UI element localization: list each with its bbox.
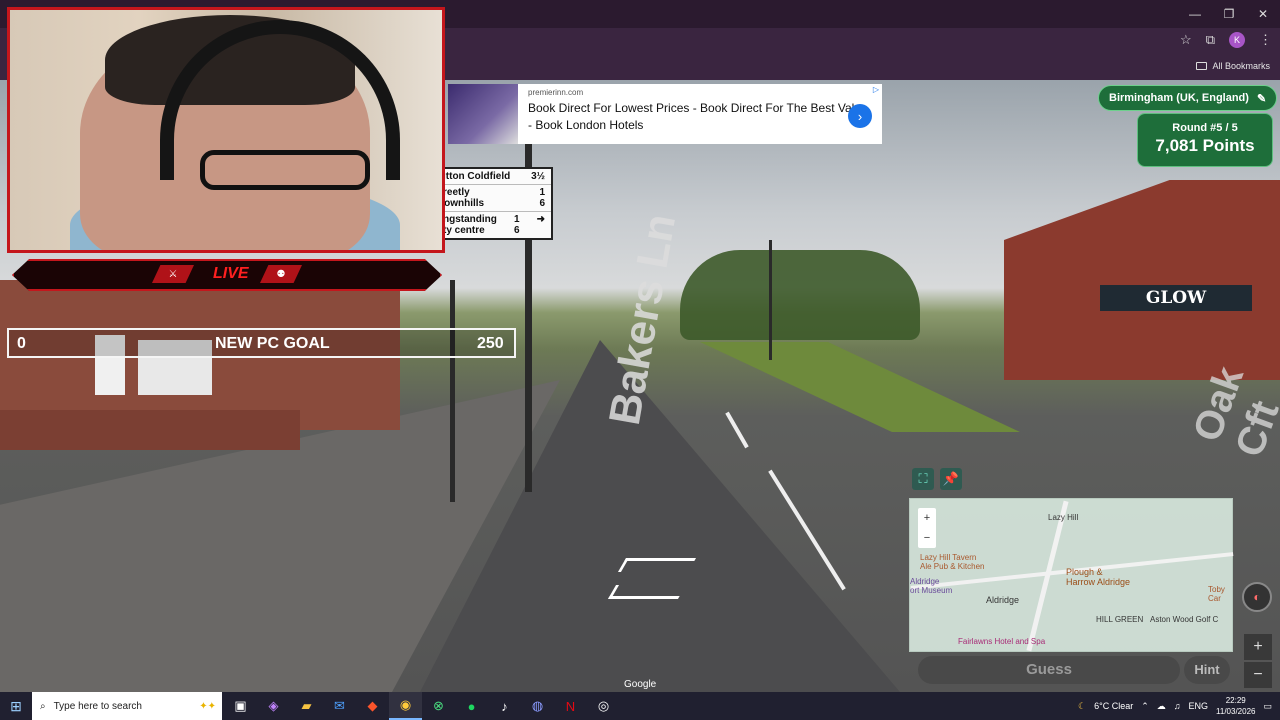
ad-image	[448, 84, 518, 144]
minus-icon[interactable]: −	[1244, 662, 1272, 688]
webcam-frame	[7, 7, 445, 253]
panorama-zoom: + −	[1244, 634, 1272, 688]
notifications-icon[interactable]: ▭	[1263, 701, 1272, 712]
webcam-overlay: ⚔ LIVE ⚉	[0, 0, 448, 300]
map-label: Aston Wood Golf C	[1150, 615, 1219, 624]
chevron-right-icon[interactable]: ›	[848, 104, 872, 128]
chrome-icon[interactable]: ◉	[389, 692, 422, 720]
map-poi: Aldridge ort Museum	[910, 577, 953, 595]
goal-end: 250	[477, 335, 504, 352]
weather-icon: ☾	[1078, 700, 1087, 711]
clock[interactable]: 22:29 11/03/2026	[1216, 695, 1255, 717]
round-label: Round #5 / 5	[1172, 122, 1238, 134]
profile-avatar[interactable]: K	[1229, 32, 1245, 48]
search-icon: ⌕	[40, 700, 46, 712]
trees	[680, 250, 920, 340]
clock-time: 22:29	[1225, 696, 1246, 705]
extensions-icon[interactable]: ⧉	[1206, 32, 1215, 48]
round-score-box: Round #5 / 5 7,081 Points	[1137, 113, 1273, 167]
weather-label[interactable]: 6°C Clear	[1094, 701, 1133, 711]
ad-banner[interactable]: premierinn.com Book Direct For Lowest Pr…	[448, 84, 882, 144]
pencil-icon[interactable]: ✎	[1257, 92, 1266, 105]
map-poi: Toby Car	[1208, 585, 1225, 603]
map-label: Aldridge	[986, 595, 1020, 605]
task-view-icon[interactable]: ▣	[224, 692, 257, 720]
network-icon[interactable]: ☁	[1157, 701, 1166, 712]
tray-overflow-icon[interactable]: ⌃	[1141, 701, 1149, 712]
lamp-post-far	[769, 240, 772, 360]
taskbar-search[interactable]: ⌕ Type here to search ✦✦	[32, 692, 222, 720]
spotify-icon[interactable]: ●	[455, 692, 488, 720]
discord-icon[interactable]: ◍	[521, 692, 554, 720]
goal-start: 0	[17, 335, 26, 352]
lang-label[interactable]: ENG	[1189, 701, 1209, 711]
brick-wall	[0, 410, 300, 450]
obs-icon[interactable]: ◎	[587, 692, 620, 720]
google-watermark: Google	[624, 679, 657, 690]
tiktok-icon[interactable]: ♪	[488, 692, 521, 720]
goal-title: NEW PC GOAL	[215, 335, 330, 352]
map-poi: Plough & Harrow Aldridge	[1066, 567, 1131, 587]
taskbar: ⊞ ⌕ Type here to search ✦✦ ▣ ◈ ▰ ✉ ◆ ◉ ⊗…	[0, 692, 1280, 720]
pin-map-icon[interactable]: 📌	[940, 468, 962, 490]
ad-title[interactable]: Book Direct For Lowest Prices - Book Dir…	[528, 100, 872, 134]
move-back-arrow[interactable]	[607, 585, 687, 599]
map-label: HILL GREEN	[1096, 615, 1144, 624]
points-total: 7,081 Points	[1155, 136, 1255, 155]
map-label: Lazy Hill	[1048, 513, 1079, 522]
map-poi: Fairlawns Hotel and Spa	[958, 637, 1046, 646]
bookmark-star-icon[interactable]: ☆	[1180, 32, 1192, 48]
ad-choices-icon[interactable]: ▷	[873, 85, 879, 94]
ad-domain: premierinn.com	[528, 88, 584, 97]
compass-icon[interactable]: ◐	[1242, 582, 1272, 612]
brave-icon[interactable]: ◆	[356, 692, 389, 720]
clock-date: 11/03/2026	[1216, 707, 1256, 716]
system-tray: ☾ 6°C Clear ⌃ ☁ ♫ ENG 22:29 11/03/2026 ▭	[1078, 692, 1280, 720]
all-bookmarks-button[interactable]: All Bookmarks	[1196, 61, 1270, 71]
taskbar-apps: ▣ ◈ ▰ ✉ ◆ ◉ ⊗ ● ♪ ◍ N ◎	[224, 692, 620, 720]
mail-icon[interactable]: ✉	[323, 692, 356, 720]
sparkle-icon: ✦✦	[199, 700, 216, 712]
map-zoom: + −	[918, 508, 936, 548]
sign-distance: 1 6	[539, 187, 545, 209]
file-explorer-icon[interactable]: ▰	[290, 692, 323, 720]
live-label: LIVE	[213, 265, 249, 282]
guess-button[interactable]: Guess	[918, 656, 1180, 684]
folder-icon	[1196, 62, 1208, 70]
window-controls: — ❐ ✕	[1178, 0, 1280, 28]
restore-icon[interactable]: ❐	[1212, 0, 1246, 28]
zoom-out-icon[interactable]: −	[918, 528, 936, 548]
sign-distance: 3½	[531, 171, 545, 182]
map-poi: Lazy Hill Tavern Ale Pub & Kitchen	[920, 553, 985, 571]
location-label: Birmingham (UK, England)	[1109, 92, 1249, 104]
xbox-icon[interactable]: ⊗	[422, 692, 455, 720]
glasses	[200, 150, 370, 190]
sign-distance: 1 6	[513, 214, 520, 236]
shop-sign: GLOW	[1100, 285, 1252, 311]
goal-bar: 0 NEW PC GOAL 250	[7, 328, 516, 358]
guess-map[interactable]: Lazy Hill Lazy Hill Tavern Ale Pub & Kit…	[909, 498, 1234, 652]
move-forward-arrow[interactable]	[617, 558, 697, 572]
sign-pole	[450, 280, 455, 502]
close-icon[interactable]: ✕	[1246, 0, 1280, 28]
search-placeholder: Type here to search	[53, 700, 142, 712]
arrow-right-icon: ➜	[536, 214, 545, 225]
copilot-icon[interactable]: ◈	[257, 692, 290, 720]
netflix-icon[interactable]: N	[554, 692, 587, 720]
plus-icon[interactable]: +	[1244, 634, 1272, 660]
hint-button[interactable]: Hint	[1184, 656, 1230, 684]
map-tools: ⛶ 📌	[912, 468, 962, 490]
expand-map-icon[interactable]: ⛶	[912, 468, 934, 490]
zoom-in-icon[interactable]: +	[918, 508, 936, 528]
screen: — ❐ ✕ ☆ ⧉ K ⋮ All Bookmarks GLOW Bakers …	[0, 0, 1280, 720]
minimize-icon[interactable]: —	[1178, 0, 1212, 28]
volume-icon[interactable]: ♫	[1174, 701, 1181, 711]
windows-start-icon[interactable]: ⊞	[0, 692, 32, 720]
all-bookmarks-label: All Bookmarks	[1212, 61, 1270, 71]
location-pill[interactable]: Birmingham (UK, England) ✎	[1098, 85, 1278, 111]
menu-icon[interactable]: ⋮	[1259, 32, 1272, 48]
